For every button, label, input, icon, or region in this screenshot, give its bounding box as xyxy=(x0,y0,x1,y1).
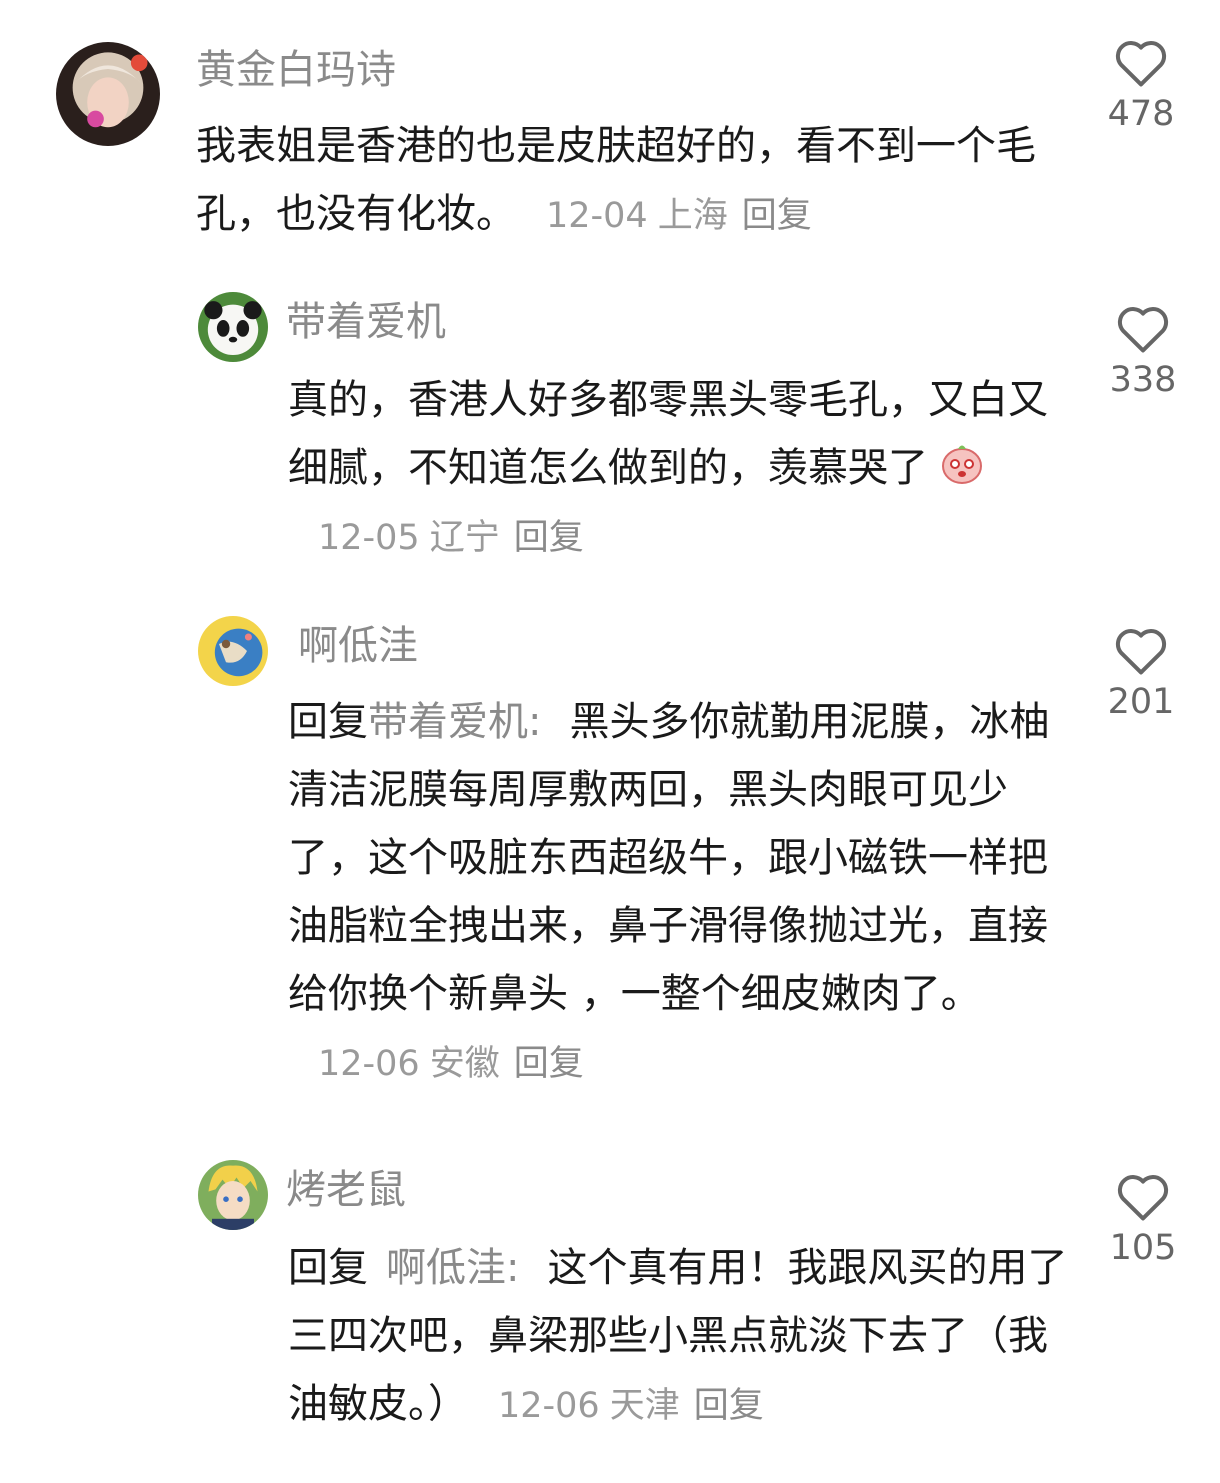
reply-target-username[interactable]: 啊低洼: xyxy=(386,1245,519,1291)
comment-username[interactable]: 啊低洼 xyxy=(298,620,418,672)
comment-date: 12-06 xyxy=(498,1386,600,1426)
avatar-image xyxy=(198,292,268,362)
comment-body: 我表姐是香港的也是皮肤超好的，看不到一个毛孔，也没有化妆。 12-04 上海 回复 xyxy=(196,112,1056,250)
reply-prefix: 回复 xyxy=(288,1245,368,1291)
comment-location: 天津 xyxy=(609,1386,680,1426)
comment-location: 安徽 xyxy=(429,1044,500,1084)
comment-location: 上海 xyxy=(657,196,728,236)
like-control[interactable]: 338 xyxy=(1088,302,1198,400)
comment-username[interactable]: 烤老鼠 xyxy=(286,1164,406,1216)
heart-outline-icon[interactable] xyxy=(1112,36,1170,88)
comment-date: 12-05 xyxy=(318,518,420,558)
like-control[interactable]: 478 xyxy=(1086,36,1196,134)
like-control[interactable]: 105 xyxy=(1088,1170,1198,1268)
reply-button[interactable]: 回复 xyxy=(694,1386,764,1426)
reply-prefix: 回复 xyxy=(288,699,368,745)
comment-text: 真的，香港人好多都零黑头零毛孔，又白又细腻，不知道怎么做到的，羡慕哭了 xyxy=(288,377,1048,491)
comment-username[interactable]: 带着爱机 xyxy=(286,296,446,348)
heart-outline-icon[interactable] xyxy=(1114,302,1172,354)
avatar[interactable] xyxy=(198,616,268,686)
like-count: 105 xyxy=(1109,1228,1177,1268)
comment-text: 黑头多你就勤用泥膜，冰柚清洁泥膜每周厚敷两回，黑头肉眼可见少了，这个吸脏东西超级… xyxy=(288,699,1050,1017)
comment-item: 黄金白玛诗 我表姐是香港的也是皮肤超好的，看不到一个毛孔，也没有化妆。 12-04… xyxy=(0,0,1220,270)
avatar[interactable] xyxy=(56,42,160,146)
comment-item: 烤老鼠 回复 啊低洼: 这个真有用！我跟风买的用了三四次吧，鼻梁那些小黑点就淡下去了… xyxy=(0,1150,1220,1470)
comment-item: 啊低洼 回复带着爱机: 黑头多你就勤用泥膜，冰柚清洁泥膜每周厚敷两回，黑头肉眼可见… xyxy=(0,600,1220,1120)
avatar-image xyxy=(198,616,268,686)
comment-meta: 12-06 天津 回复 xyxy=(498,1386,764,1426)
reply-button[interactable]: 回复 xyxy=(514,518,584,558)
heart-outline-icon[interactable] xyxy=(1112,624,1170,676)
comment-meta: 12-06 安徽 回复 xyxy=(318,1044,584,1084)
comment-item: 带着爱机 真的，香港人好多都零黑头零毛孔，又白又细腻，不知道怎么做到的，羡慕哭了… xyxy=(0,280,1220,580)
reply-button[interactable]: 回复 xyxy=(742,196,812,236)
avatar[interactable] xyxy=(198,292,268,362)
comment-body: 真的，香港人好多都零黑头零毛孔，又白又细腻，不知道怎么做到的，羡慕哭了 12-05… xyxy=(288,366,1058,572)
comment-meta: 12-05 辽宁 回复 xyxy=(318,518,584,558)
comment-meta: 12-04 上海 回复 xyxy=(546,196,812,236)
avatar[interactable] xyxy=(198,1160,268,1230)
heart-outline-icon[interactable] xyxy=(1114,1170,1172,1222)
comment-date: 12-04 xyxy=(546,196,648,236)
comment-body: 回复 啊低洼: 这个真有用！我跟风买的用了三四次吧，鼻梁那些小黑点就淡下去了（我油敏… xyxy=(288,1234,1068,1440)
reply-button[interactable]: 回复 xyxy=(514,1044,584,1084)
like-count: 201 xyxy=(1107,682,1175,722)
comment-username[interactable]: 黄金白玛诗 xyxy=(196,44,396,96)
like-count: 478 xyxy=(1107,94,1175,134)
comment-location: 辽宁 xyxy=(429,518,500,558)
like-control[interactable]: 201 xyxy=(1086,624,1196,722)
like-count: 338 xyxy=(1109,360,1177,400)
avatar-image xyxy=(198,1160,268,1230)
comment-body: 回复带着爱机: 黑头多你就勤用泥膜，冰柚清洁泥膜每周厚敷两回，黑头肉眼可见少了，这… xyxy=(288,688,1058,1098)
avatar-image xyxy=(56,42,160,146)
crying-face-emoji-icon xyxy=(938,439,986,487)
comment-date: 12-06 xyxy=(318,1044,420,1084)
reply-target-username[interactable]: 带着爱机: xyxy=(368,699,541,745)
